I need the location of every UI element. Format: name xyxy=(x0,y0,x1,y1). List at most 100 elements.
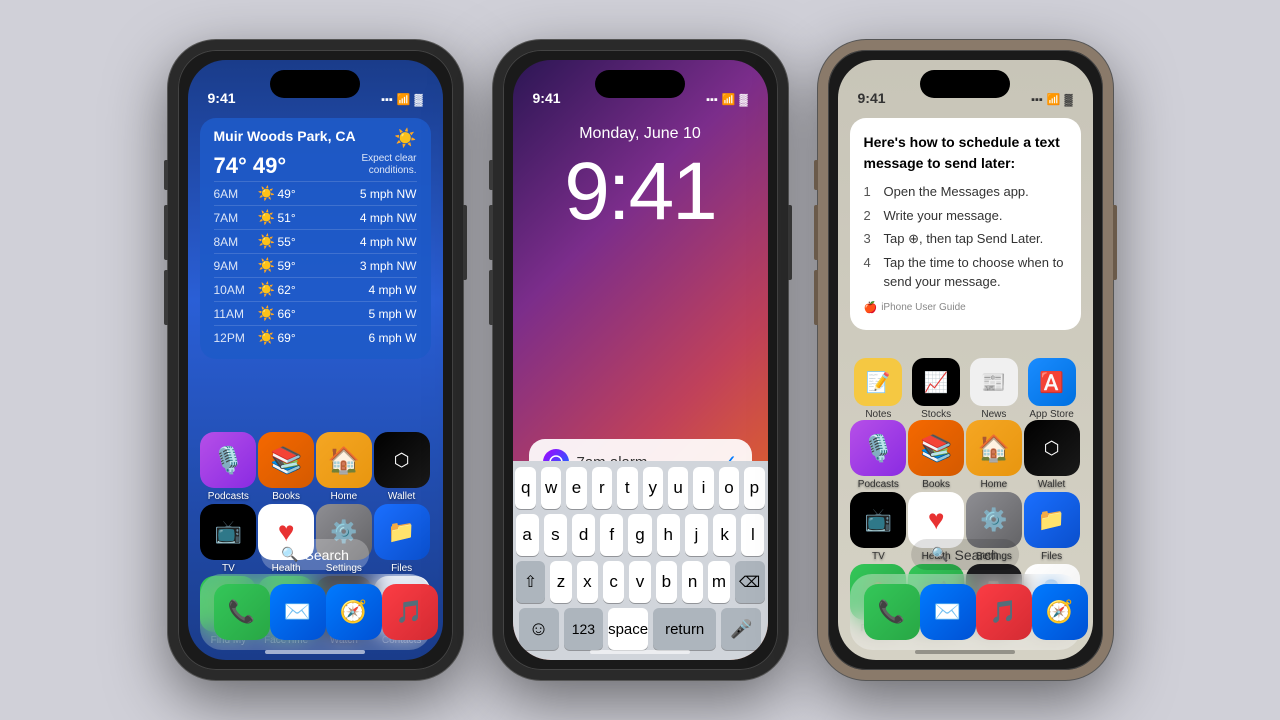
key-c[interactable]: c xyxy=(603,561,624,603)
key-s[interactable]: s xyxy=(544,514,567,556)
key-h[interactable]: h xyxy=(657,514,680,556)
home-app-icon[interactable]: 🏠 xyxy=(316,432,372,488)
stocks-icon[interactable]: 📈 xyxy=(912,358,960,406)
phone-dock-icon-1[interactable]: 📞 xyxy=(214,584,270,640)
weather-row-6am: 6AM ☀️ 49° 5 mph NW xyxy=(214,181,417,205)
key-o[interactable]: o xyxy=(719,467,739,509)
key-q[interactable]: q xyxy=(515,467,535,509)
spotlight-notes[interactable]: 📝 Notes xyxy=(854,358,902,420)
safari-app-icon-1[interactable]: 🧭 xyxy=(326,584,382,640)
books-icon-wrap-3[interactable]: 📚 Books xyxy=(908,420,964,490)
key-m[interactable]: m xyxy=(708,561,729,603)
side-btn-vol-down-3[interactable] xyxy=(814,270,818,325)
key-t[interactable]: t xyxy=(617,467,637,509)
safari-dock-icon-1[interactable]: 🧭 xyxy=(326,584,382,640)
key-k[interactable]: k xyxy=(713,514,736,556)
key-w[interactable]: w xyxy=(541,467,561,509)
tv-app-icon-3[interactable]: 📺 xyxy=(850,492,906,548)
weather-header: Muir Woods Park, CA ☀️ xyxy=(214,128,417,149)
podcasts-app-icon-3[interactable]: 🎙️ xyxy=(850,420,906,476)
music-dock-icon-3[interactable]: 🎵 xyxy=(976,584,1032,640)
music-app-icon-1[interactable]: 🎵 xyxy=(382,584,438,640)
safari-app-icon-3[interactable]: 🧭 xyxy=(1032,584,1088,640)
books-icon-wrap[interactable]: 📚 Books xyxy=(258,432,314,502)
files-app-icon-3[interactable]: 📁 xyxy=(1024,492,1080,548)
books-app-icon-3[interactable]: 📚 xyxy=(908,420,964,476)
podcasts-icon-wrap-3[interactable]: 🎙️ Podcasts xyxy=(850,420,906,490)
mail-app-icon-1[interactable]: ✉️ xyxy=(270,584,326,640)
number-key[interactable]: 123 xyxy=(564,608,603,650)
side-btn-mute-2[interactable] xyxy=(489,160,493,190)
mic-key[interactable]: 🎤 xyxy=(721,608,761,650)
key-f[interactable]: f xyxy=(600,514,623,556)
key-g[interactable]: g xyxy=(628,514,651,556)
side-btn-vol-down-2[interactable] xyxy=(489,270,493,325)
space-key[interactable]: space xyxy=(608,608,648,650)
mail-dock-icon-1[interactable]: ✉️ xyxy=(270,584,326,640)
wallet-app-icon-3[interactable]: ⬡ xyxy=(1024,420,1080,476)
key-d[interactable]: d xyxy=(572,514,595,556)
heart-icon-3: ♥ xyxy=(928,504,945,536)
emoji-key[interactable]: ☺ xyxy=(519,608,559,650)
home-app-icon-3[interactable]: 🏠 xyxy=(966,420,1022,476)
wallet-app-icon[interactable]: ⬡ xyxy=(374,432,430,488)
wallet-icon-wrap[interactable]: ⬡ Wallet xyxy=(374,432,430,502)
side-btn-vol-up-3[interactable] xyxy=(814,205,818,260)
notes-icon[interactable]: 📝 xyxy=(854,358,902,406)
safari-dock-icon-3[interactable]: 🧭 xyxy=(1032,584,1088,640)
home-icon-wrap-3[interactable]: 🏠 Home xyxy=(966,420,1022,490)
tv-app-icon-1[interactable]: 📺 xyxy=(200,504,256,560)
appstore-icon[interactable]: 🅰️ xyxy=(1028,358,1076,406)
key-r[interactable]: r xyxy=(592,467,612,509)
key-y[interactable]: y xyxy=(643,467,663,509)
side-btn-vol-down-1[interactable] xyxy=(164,270,168,325)
side-btn-vol-up-1[interactable] xyxy=(164,205,168,260)
side-btn-power-2[interactable] xyxy=(788,205,792,280)
key-e[interactable]: e xyxy=(566,467,586,509)
search-button-3[interactable]: 🔍 Search xyxy=(911,539,1019,570)
key-j[interactable]: j xyxy=(685,514,708,556)
phone-app-icon-3[interactable]: 📞 xyxy=(864,584,920,640)
wallet-icon-wrap-3[interactable]: ⬡ Wallet xyxy=(1024,420,1080,490)
home-icon-wrap[interactable]: 🏠 Home xyxy=(316,432,372,502)
podcasts-app-icon[interactable]: 🎙️ xyxy=(200,432,256,488)
key-u[interactable]: u xyxy=(668,467,688,509)
mail-app-icon-3[interactable]: ✉️ xyxy=(920,584,976,640)
side-btn-vol-up-2[interactable] xyxy=(489,205,493,260)
search-button-1[interactable]: 🔍 Search xyxy=(261,539,369,570)
mail-dock-icon-3[interactable]: ✉️ xyxy=(920,584,976,640)
spotlight-news[interactable]: 📰 News xyxy=(970,358,1018,420)
music-dock-icon-1[interactable]: 🎵 xyxy=(382,584,438,640)
key-z[interactable]: z xyxy=(550,561,571,603)
tv-icon-wrap-3[interactable]: 📺 TV xyxy=(850,492,906,562)
return-key[interactable]: return xyxy=(653,608,716,650)
key-a[interactable]: a xyxy=(516,514,539,556)
spotlight-appstore[interactable]: 🅰️ App Store xyxy=(1028,358,1076,420)
side-btn-mute-3[interactable] xyxy=(814,160,818,190)
key-l[interactable]: l xyxy=(741,514,764,556)
podcasts-icon-wrap[interactable]: 🎙️ Podcasts xyxy=(200,432,256,502)
key-n[interactable]: n xyxy=(682,561,703,603)
key-x[interactable]: x xyxy=(577,561,598,603)
key-i[interactable]: i xyxy=(693,467,713,509)
side-btn-power-3[interactable] xyxy=(1113,205,1117,280)
step-num-3: 3 xyxy=(864,229,878,249)
side-btn-power-1[interactable] xyxy=(463,205,467,280)
weather-widget[interactable]: Muir Woods Park, CA ☀️ 74° 49° Expect cl… xyxy=(200,118,431,359)
key-p[interactable]: p xyxy=(744,467,764,509)
tv-icon-wrap-1[interactable]: 📺 TV xyxy=(200,504,256,574)
phone-dock-icon-3[interactable]: 📞 xyxy=(864,584,920,640)
news-icon[interactable]: 📰 xyxy=(970,358,1018,406)
music-app-icon-3[interactable]: 🎵 xyxy=(976,584,1032,640)
files-icon-wrap-3[interactable]: 📁 Files xyxy=(1024,492,1080,562)
delete-key[interactable]: ⌫ xyxy=(735,561,765,603)
files-app-icon-1[interactable]: 📁 xyxy=(374,504,430,560)
side-btn-mute-1[interactable] xyxy=(164,160,168,190)
shift-key[interactable]: ⇧ xyxy=(516,561,546,603)
spotlight-stocks[interactable]: 📈 Stocks xyxy=(912,358,960,420)
books-app-icon[interactable]: 📚 xyxy=(258,432,314,488)
files-icon-wrap-1[interactable]: 📁 Files xyxy=(374,504,430,574)
key-v[interactable]: v xyxy=(629,561,650,603)
key-b[interactable]: b xyxy=(656,561,677,603)
phone-app-icon[interactable]: 📞 xyxy=(214,584,270,640)
